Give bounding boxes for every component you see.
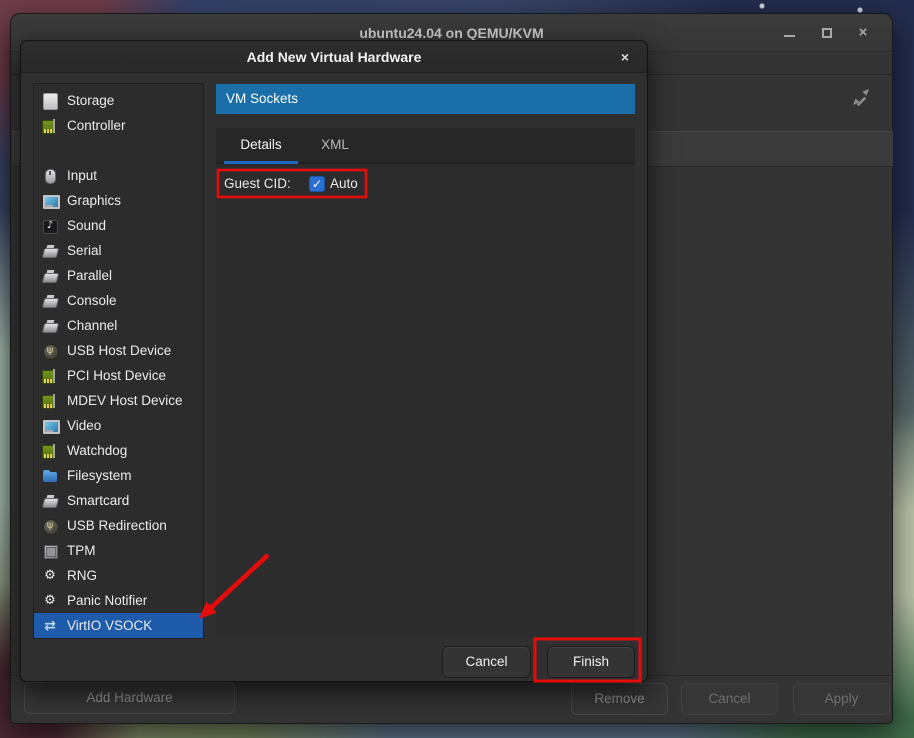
parallel-port-icon (42, 268, 58, 284)
expand-arrows-icon (847, 84, 875, 112)
sidebar-item-storage[interactable]: Storage (34, 88, 203, 113)
sidebar-item-sound[interactable]: ♪ Sound (34, 213, 203, 238)
sidebar-item-smartcard[interactable]: Smartcard (34, 488, 203, 513)
add-hardware-dialog: Add New Virtual Hardware × Storage Contro… (20, 40, 648, 682)
maximize-button[interactable] (818, 24, 836, 42)
details-tab-content: Guest CID: ✓ Auto (216, 164, 635, 638)
sidebar-item-label: Watchdog (67, 443, 127, 458)
gears-icon: ⚙ (42, 568, 58, 584)
sidebar-item-label: Panic Notifier (67, 593, 147, 608)
tab-details[interactable]: Details (224, 128, 298, 164)
vm-cancel-button[interactable]: Cancel (681, 683, 778, 715)
usb-icon: ψ (42, 518, 58, 534)
sidebar-item-label: Storage (67, 93, 114, 108)
pci-card-icon (42, 393, 58, 409)
sidebar-item-pci-host-device[interactable]: PCI Host Device (34, 363, 203, 388)
sidebar-item-usb-host-device[interactable]: ψ USB Host Device (34, 338, 203, 363)
sidebar-item-label: Serial (67, 243, 102, 258)
sidebar-item-controller[interactable]: Controller (34, 113, 203, 138)
hardware-type-list: Storage Controller Input Graphics ♪ Sound Seri… (33, 83, 204, 639)
speaker-icon: ♪ (42, 218, 58, 234)
chip-icon (42, 543, 58, 559)
dialog-finish-button[interactable]: Finish (547, 646, 635, 678)
sidebar-item-input[interactable]: Input (34, 163, 203, 188)
check-icon: ✓ (312, 177, 322, 191)
close-icon: × (859, 24, 868, 42)
sidebar-item-label: RNG (67, 568, 97, 583)
sidebar-item-video[interactable]: Video (34, 413, 203, 438)
monitor-icon (42, 418, 58, 434)
sidebar-item-console[interactable]: Console (34, 288, 203, 313)
sidebar-item-label: Input (67, 168, 97, 183)
dialog-cancel-button[interactable]: Cancel (442, 646, 531, 678)
auto-checkbox-label: Auto (330, 170, 358, 198)
serial-port-icon (42, 243, 58, 259)
hardware-config-panel: VM Sockets Details XML Guest CID: ✓ Auto (216, 84, 635, 638)
tab-xml[interactable]: XML (312, 128, 358, 164)
disk-icon (42, 93, 58, 109)
sidebar-item-label: Graphics (67, 193, 121, 208)
sidebar-item-label: Channel (67, 318, 117, 333)
close-icon: × (621, 49, 629, 65)
pci-card-icon (42, 443, 58, 459)
console-icon (42, 293, 58, 309)
sidebar-item-label: Controller (67, 118, 126, 133)
expand-button[interactable] (847, 84, 875, 112)
sidebar-item-rng[interactable]: ⚙ RNG (34, 563, 203, 588)
sidebar-item-label: PCI Host Device (67, 368, 166, 383)
sidebar-item-label: Video (67, 418, 101, 433)
sidebar-item-virtio-vsock[interactable]: ⇄ VirtIO VSOCK (34, 613, 203, 638)
close-window-button[interactable]: × (854, 24, 872, 42)
sidebar-item-watchdog[interactable]: Watchdog (34, 438, 203, 463)
sidebar-item-label: Smartcard (67, 493, 129, 508)
add-hardware-button[interactable]: Add Hardware (24, 682, 235, 714)
sidebar-item-filesystem[interactable]: Filesystem (34, 463, 203, 488)
smartcard-icon (42, 493, 58, 509)
pci-card-icon (42, 118, 58, 134)
channel-icon (42, 318, 58, 334)
pci-card-icon (42, 368, 58, 384)
dialog-close-button[interactable]: × (615, 47, 635, 67)
mouse-icon (42, 168, 58, 184)
sidebar-item-graphics[interactable]: Graphics (34, 188, 203, 213)
sidebar-item-mdev-host-device[interactable]: MDEV Host Device (34, 388, 203, 413)
swap-arrows-icon: ⇄ (42, 618, 58, 634)
sidebar-item-label: Sound (67, 218, 106, 233)
sidebar-item-label: MDEV Host Device (67, 393, 183, 408)
dialog-title: Add New Virtual Hardware (21, 41, 647, 73)
minimize-button[interactable] (780, 24, 798, 42)
sidebar-item-label: Console (67, 293, 117, 308)
monitor-icon (42, 193, 58, 209)
sidebar-item-panic-notifier[interactable]: ⚙ Panic Notifier (34, 588, 203, 613)
sidebar-spacer (34, 138, 203, 163)
usb-icon: ψ (42, 343, 58, 359)
remove-button[interactable]: Remove (571, 683, 668, 715)
dialog-titlebar[interactable]: Add New Virtual Hardware × (21, 41, 647, 73)
auto-checkbox[interactable]: ✓ (309, 176, 325, 192)
panel-header: VM Sockets (216, 84, 635, 114)
sidebar-item-tpm[interactable]: TPM (34, 538, 203, 563)
guest-cid-label: Guest CID: (224, 170, 291, 198)
sidebar-item-label: TPM (67, 543, 96, 558)
tab-bar: Details XML (216, 128, 635, 164)
sidebar-item-usb-redirection[interactable]: ψ USB Redirection (34, 513, 203, 538)
minimize-icon (784, 35, 795, 37)
sidebar-item-channel[interactable]: Channel (34, 313, 203, 338)
sidebar-item-label: USB Host Device (67, 343, 171, 358)
sidebar-item-label: Filesystem (67, 468, 132, 483)
gears-icon: ⚙ (42, 593, 58, 609)
sidebar-item-label: USB Redirection (67, 518, 167, 533)
sidebar-item-parallel[interactable]: Parallel (34, 263, 203, 288)
maximize-icon (822, 28, 832, 38)
vm-apply-button[interactable]: Apply (793, 683, 890, 715)
sidebar-item-label: VirtIO VSOCK (67, 618, 152, 633)
folder-icon (42, 468, 58, 484)
sidebar-item-serial[interactable]: Serial (34, 238, 203, 263)
sidebar-item-label: Parallel (67, 268, 112, 283)
